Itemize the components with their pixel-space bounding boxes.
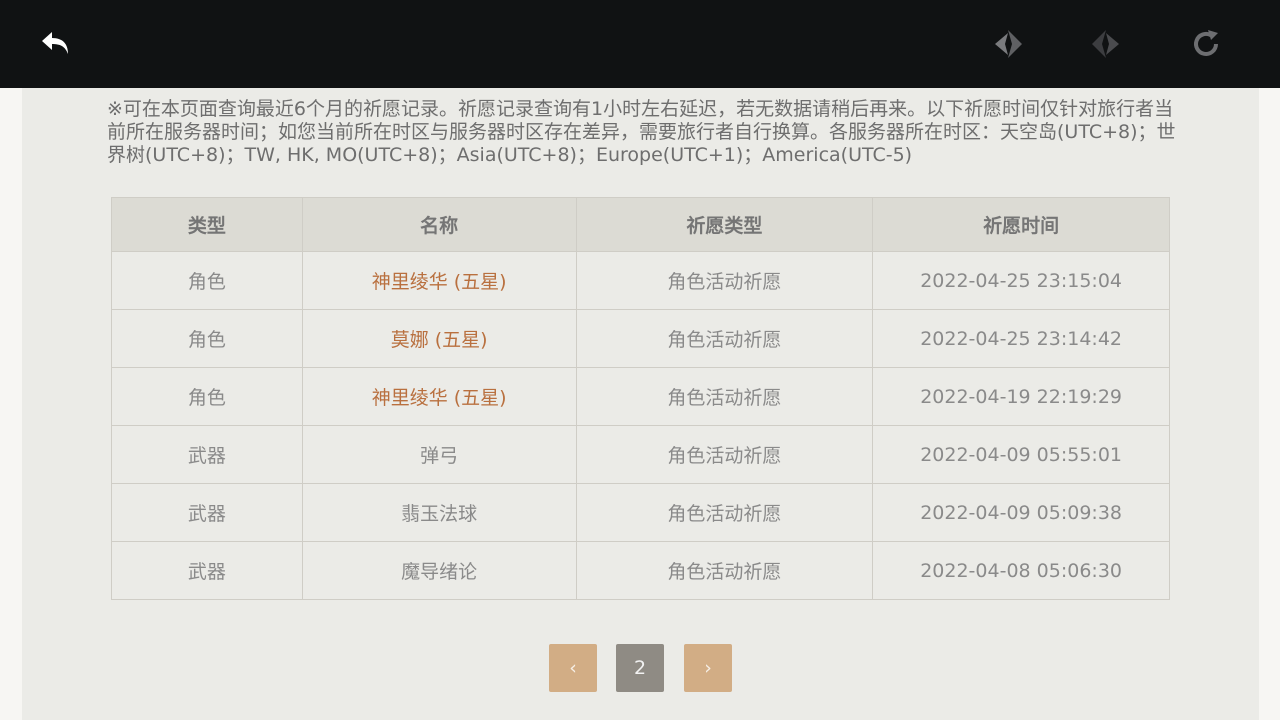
header-name: 名称: [301, 197, 577, 252]
cell-time: 2022-04-09 05:09:38: [872, 483, 1170, 542]
table-header-row: 类型 名称 祈愿类型 祈愿时间: [111, 197, 1170, 252]
cell-wish-type: 角色活动祈愿: [575, 251, 874, 310]
cell-type: 角色: [111, 309, 303, 368]
prev-diamond-icon: [995, 30, 1022, 58]
cell-type: 武器: [111, 541, 303, 600]
cell-time: 2022-04-19 22:19:29: [872, 367, 1170, 426]
notice-text: ※可在本页面查询最近6个月的祈愿记录。祈愿记录查询有1小时左右延迟，若无数据请稍…: [107, 98, 1176, 166]
cell-name: 翡玉法球: [301, 483, 577, 542]
page-number: 2: [633, 657, 647, 679]
browser-back-button[interactable]: [988, 24, 1028, 64]
cell-type: 角色: [111, 251, 303, 310]
cell-time: 2022-04-25 23:14:42: [872, 309, 1170, 368]
cell-name: 魔导绪论: [301, 541, 577, 600]
browser-forward-button[interactable]: [1086, 24, 1126, 64]
table-row: 角色 神里绫华 (五星) 角色活动祈愿 2022-04-25 23:15:04: [111, 251, 1170, 310]
cell-name: 莫娜 (五星): [301, 309, 577, 368]
cell-wish-type: 角色活动祈愿: [575, 483, 874, 542]
wish-record-table: 类型 名称 祈愿类型 祈愿时间 角色 神里绫华 (五星) 角色活动祈愿 2022…: [111, 197, 1170, 600]
table-row: 武器 魔导绪论 角色活动祈愿 2022-04-08 05:06:30: [111, 541, 1170, 600]
cell-type: 角色: [111, 367, 303, 426]
next-page-button[interactable]: ›: [684, 644, 732, 692]
next-diamond-icon: [1092, 30, 1119, 58]
cell-name: 神里绫华 (五星): [301, 251, 577, 310]
top-bar: [0, 0, 1280, 88]
cell-time: 2022-04-08 05:06:30: [872, 541, 1170, 600]
cell-name: 神里绫华 (五星): [301, 367, 577, 426]
refresh-icon: [1194, 30, 1218, 56]
header-type: 类型: [111, 197, 303, 252]
table-row: 武器 弹弓 角色活动祈愿 2022-04-09 05:55:01: [111, 425, 1170, 484]
table-row: 角色 莫娜 (五星) 角色活动祈愿 2022-04-25 23:14:42: [111, 309, 1170, 368]
table-row: 角色 神里绫华 (五星) 角色活动祈愿 2022-04-19 22:19:29: [111, 367, 1170, 426]
chevron-right-icon: ›: [704, 657, 712, 679]
wish-history-panel: ※可在本页面查询最近6个月的祈愿记录。祈愿记录查询有1小时左右延迟，若无数据请稍…: [22, 88, 1259, 720]
header-wish-type: 祈愿类型: [575, 197, 874, 252]
refresh-button[interactable]: [1186, 24, 1226, 64]
cell-wish-type: 角色活动祈愿: [575, 367, 874, 426]
prev-page-button[interactable]: ‹: [549, 644, 597, 692]
cell-time: 2022-04-25 23:15:04: [872, 251, 1170, 310]
current-page-indicator: 2: [616, 644, 664, 692]
header-wish-time: 祈愿时间: [872, 197, 1170, 252]
back-button[interactable]: [36, 24, 76, 64]
cell-wish-type: 角色活动祈愿: [575, 541, 874, 600]
cell-type: 武器: [111, 425, 303, 484]
table-row: 武器 翡玉法球 角色活动祈愿 2022-04-09 05:09:38: [111, 483, 1170, 542]
chevron-left-icon: ‹: [569, 657, 577, 679]
cell-type: 武器: [111, 483, 303, 542]
cell-name: 弹弓: [301, 425, 577, 484]
back-arrow-icon: [42, 32, 68, 54]
cell-time: 2022-04-09 05:55:01: [872, 425, 1170, 484]
cell-wish-type: 角色活动祈愿: [575, 425, 874, 484]
cell-wish-type: 角色活动祈愿: [575, 309, 874, 368]
